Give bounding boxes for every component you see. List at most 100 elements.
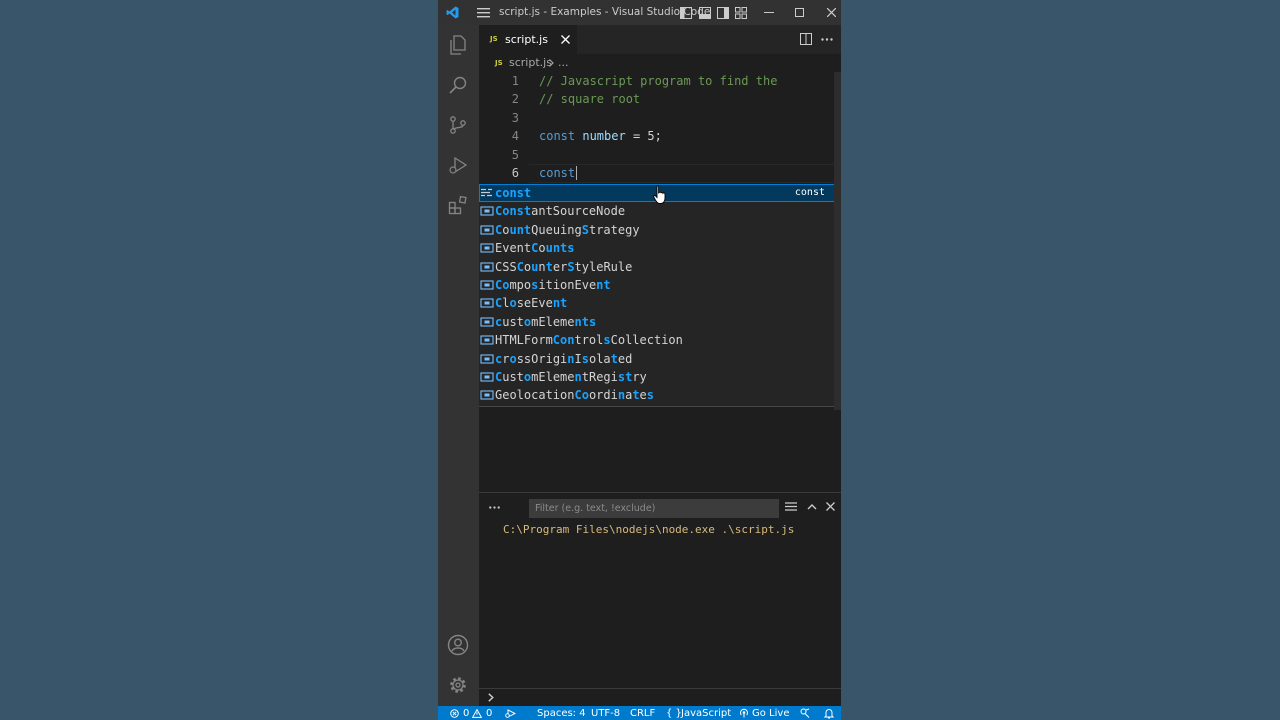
run-debug-icon[interactable]	[448, 155, 468, 175]
suggest-item[interactable]: CustomElementRegistry	[479, 368, 836, 386]
suggest-item-label: CustomElementRegistry	[495, 368, 647, 386]
code-line-4: const number = 5;	[539, 127, 662, 145]
more-actions-icon[interactable]	[821, 38, 833, 41]
maximize-panel-chevron-up-icon[interactable]	[807, 503, 817, 510]
label-text: ssOrigi	[516, 352, 568, 366]
match-highlight: n	[567, 352, 575, 366]
toggle-panel-icon[interactable]	[699, 7, 711, 19]
output-filter-input[interactable]: Filter (e.g. text, !exclude)	[529, 499, 779, 518]
label-text: er	[552, 260, 568, 274]
label-text: ordi	[588, 388, 618, 402]
suggest-item-label: customElements	[495, 313, 596, 331]
tab-label: script.js	[505, 33, 548, 46]
line-number: 5	[511, 148, 519, 162]
match-highlight: s	[603, 333, 611, 347]
breadcrumb-more[interactable]: ...	[558, 54, 569, 72]
close-window-icon[interactable]	[827, 8, 836, 17]
run-debug-status-icon[interactable]	[505, 709, 516, 718]
label-text: antSourceNode	[531, 204, 626, 218]
error-count[interactable]: 0	[463, 706, 469, 720]
match-highlight: Co	[495, 278, 510, 292]
match-highlight: Co	[574, 388, 589, 402]
menu-icon[interactable]	[477, 7, 490, 18]
label-text: ed	[617, 352, 633, 366]
suggest-item[interactable]: CompositionEvent	[479, 276, 836, 294]
variable-symbol-icon	[480, 243, 494, 253]
customize-layout-icon[interactable]	[735, 7, 747, 19]
label-text: Collection	[610, 333, 683, 347]
match-highlight: st	[617, 370, 633, 384]
eol-status[interactable]: CRLF	[630, 706, 655, 720]
suggest-item[interactable]: CloseEvent	[479, 294, 836, 312]
label-text: mpo	[509, 278, 532, 292]
panel-more-icon[interactable]	[489, 506, 500, 509]
match-highlight: t	[545, 260, 553, 274]
js-file-icon: JS	[490, 35, 498, 43]
output-panel: Filter (e.g. text, !exclude) C:\Program …	[479, 492, 841, 689]
suggest-item-label: CSSCounterStyleRule	[495, 258, 632, 276]
word-wrap-icon[interactable]	[785, 502, 797, 512]
error-icon	[450, 709, 459, 718]
match-highlight: n	[617, 388, 626, 402]
match-highlight: n	[574, 370, 582, 384]
label-text: CSS	[495, 260, 517, 274]
match-highlight: nt	[596, 278, 611, 292]
warning-count[interactable]: 0	[486, 706, 492, 720]
status-bar: 0 0 Spaces: 4 UTF-8 CRLF { } JavaScript …	[438, 706, 841, 720]
match-highlight: unts	[545, 241, 575, 255]
variable-symbol-icon	[480, 280, 494, 290]
explorer-icon[interactable]	[448, 35, 468, 55]
toggle-primary-sidebar-icon[interactable]	[680, 7, 692, 19]
notifications-bell-icon[interactable]	[824, 708, 834, 719]
suggest-item[interactable]: EventCounts	[479, 239, 836, 257]
match-highlight: nt	[552, 296, 568, 310]
encoding-status[interactable]: UTF-8	[591, 706, 620, 720]
account-icon[interactable]	[447, 634, 469, 656]
extensions-icon[interactable]	[448, 195, 468, 215]
label-text: Queuing	[531, 223, 582, 237]
label-text: Geolocation	[495, 388, 575, 402]
search-icon[interactable]	[448, 75, 468, 95]
maximize-icon[interactable]	[795, 8, 804, 17]
vscode-window: script.js - Examples - Visual Studio Cod…	[438, 0, 841, 720]
manage-gear-icon[interactable]	[447, 674, 469, 696]
suggest-item[interactable]: HTMLFormControlsCollection	[479, 331, 836, 349]
tab-script-js[interactable]: JS script.js	[479, 25, 577, 54]
label-text: Event	[495, 241, 532, 255]
split-editor-icon[interactable]	[800, 33, 812, 45]
close-tab-icon[interactable]	[561, 35, 570, 44]
indentation-status[interactable]: Spaces: 4	[537, 706, 586, 720]
match-highlight: o	[509, 352, 517, 366]
suggest-item-label: crossOriginIsolated	[495, 350, 632, 368]
suggest-item-label: CountQueuingStrategy	[495, 221, 640, 239]
code-keyword: const	[539, 166, 576, 180]
editor-tabs: JS script.js	[479, 25, 841, 54]
suggest-item[interactable]: CSSCounterStyleRule	[479, 258, 836, 276]
toggle-secondary-sidebar-icon[interactable]	[717, 7, 729, 19]
variable-symbol-icon	[480, 298, 494, 308]
minimize-icon[interactable]	[764, 12, 774, 14]
suggest-item-label: EventCounts	[495, 239, 575, 257]
close-panel-icon[interactable]	[826, 502, 835, 511]
feedback-icon[interactable]	[800, 708, 810, 718]
suggest-widget: const const ConstantSourceNode CountQueuing…	[479, 184, 836, 407]
variable-symbol-icon	[480, 372, 494, 382]
label-text: ola	[588, 352, 611, 366]
suggest-item[interactable]: crossOriginIsolated	[479, 350, 836, 368]
suggest-item[interactable]: CountQueuingStrategy	[479, 221, 836, 239]
panel-input-bar[interactable]	[479, 688, 841, 707]
suggest-item[interactable]: customElements	[479, 313, 836, 331]
suggest-item-label: ConstantSourceNode	[495, 202, 625, 220]
title-bar: script.js - Examples - Visual Studio Cod…	[438, 0, 841, 25]
go-live-button[interactable]: Go Live	[752, 706, 789, 720]
label-text: HTMLForm	[495, 333, 553, 347]
chevron-right-icon	[488, 693, 494, 702]
editor-scrollbar[interactable]	[834, 72, 841, 410]
language-braces-icon: { }	[666, 708, 682, 719]
suggest-item[interactable]: GeolocationCoordinates	[479, 386, 836, 404]
breadcrumb-file[interactable]: script.js	[509, 54, 552, 72]
hand-cursor-icon	[653, 185, 666, 204]
source-control-icon[interactable]	[448, 115, 468, 135]
language-mode[interactable]: JavaScript	[681, 706, 731, 720]
match-highlight: C	[516, 260, 524, 274]
